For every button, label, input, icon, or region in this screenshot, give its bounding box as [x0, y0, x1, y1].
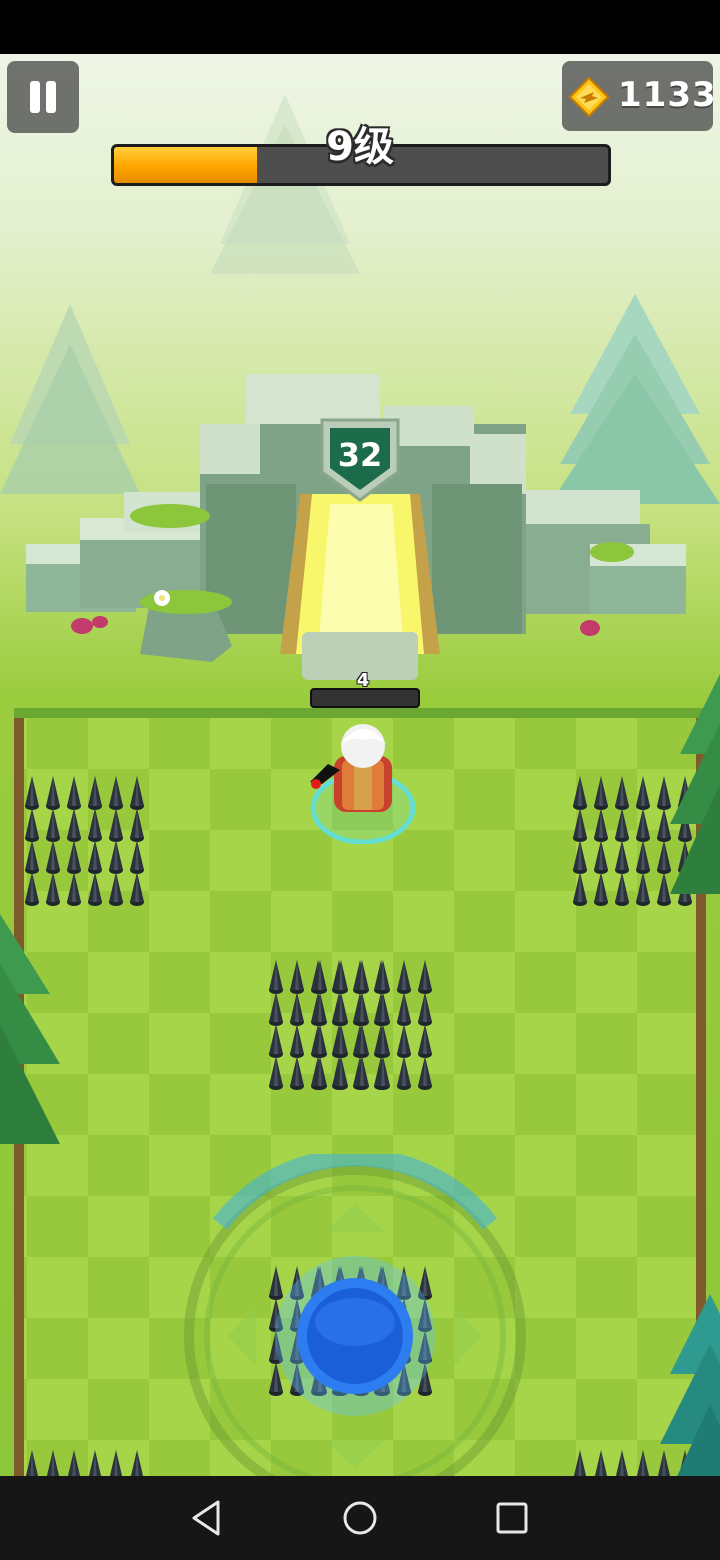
recents-icon[interactable]	[488, 1494, 536, 1542]
hero-character	[310, 724, 416, 844]
status-bar	[0, 0, 720, 54]
gate-enemy-count: 32	[337, 436, 383, 474]
foreground-tree	[660, 1294, 720, 1476]
foreground-tree	[0, 914, 60, 1144]
gem-counter: 1133	[562, 61, 716, 131]
gem-count: 1133	[618, 75, 717, 115]
back-icon[interactable]	[182, 1494, 230, 1542]
game-scene: 32 4 1133 9级	[0, 54, 720, 1476]
player-hp-bar	[310, 688, 420, 708]
pause-icon	[30, 81, 40, 113]
pause-button[interactable]	[7, 61, 79, 133]
gate-enemy-count-badge: 32	[318, 418, 402, 502]
system-nav-bar	[0, 1476, 720, 1560]
foreground-tree	[670, 674, 720, 894]
home-icon[interactable]	[336, 1494, 384, 1542]
level-progress-fill	[114, 147, 258, 183]
virtual-joystick[interactable]	[180, 1154, 530, 1476]
gem-icon	[568, 76, 610, 118]
level-label: 9级	[326, 124, 394, 170]
